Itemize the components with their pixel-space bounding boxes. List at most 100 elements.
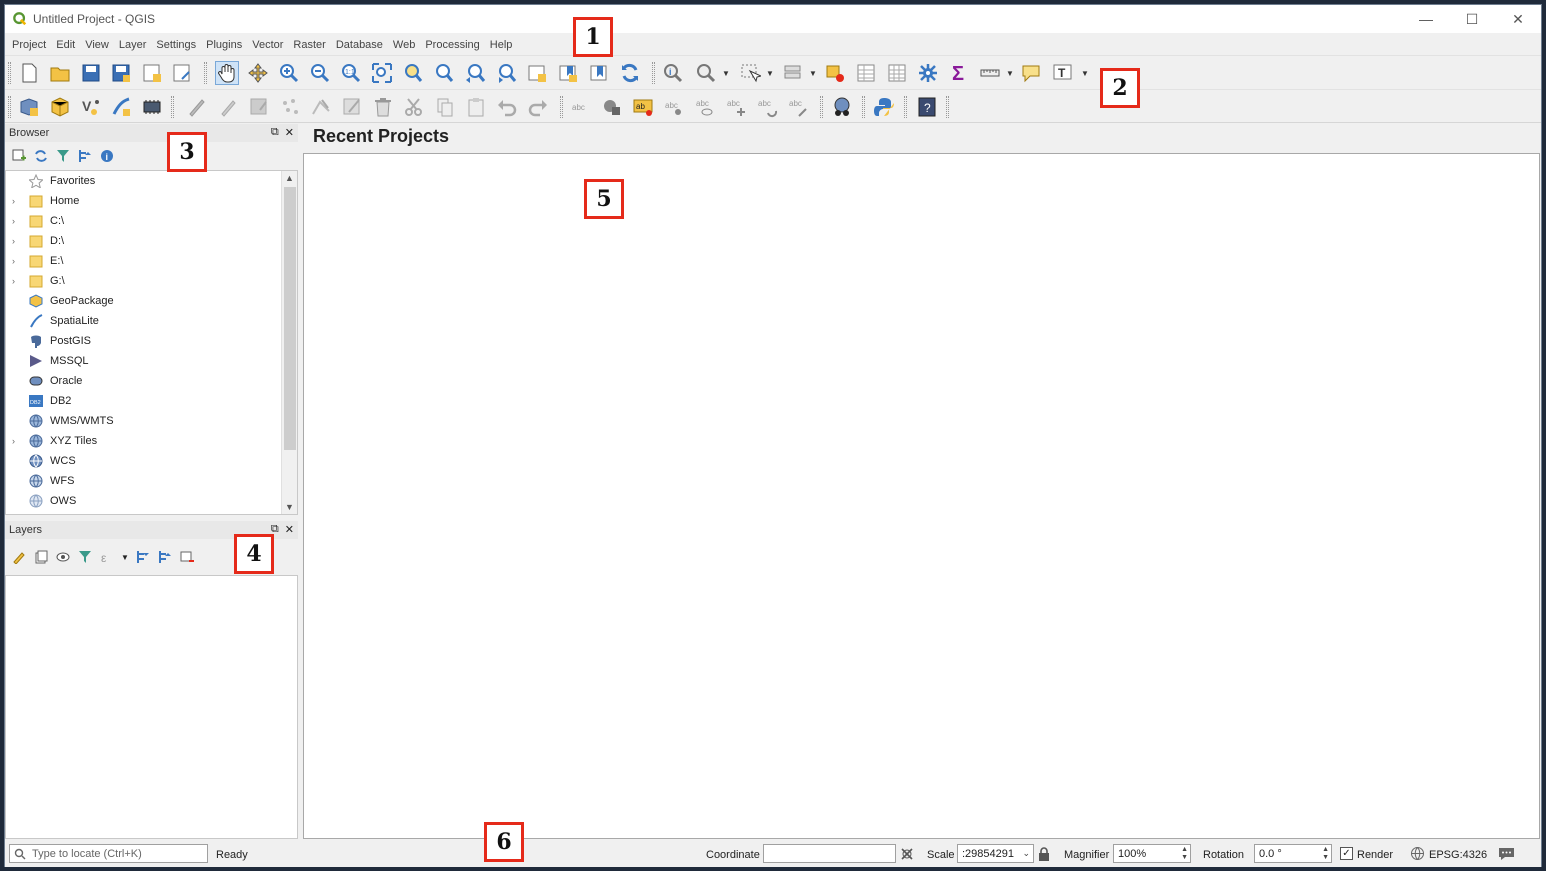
change-label-icon[interactable]: abc [786,95,810,119]
pan-map-icon[interactable] [215,61,239,85]
layers-tree[interactable] [5,575,298,839]
scrollbar-thumb[interactable] [284,187,296,450]
layer-styling-icon[interactable] [11,549,27,565]
modify-attributes-icon[interactable] [340,95,364,119]
metasearch-icon[interactable] [830,95,854,119]
expand-arrow-icon[interactable]: › [12,236,20,246]
delete-selected-icon[interactable] [371,95,395,119]
layer-diagram-options-icon[interactable] [600,95,624,119]
browser-scrollbar[interactable]: ▲ ▼ [281,171,297,514]
properties-info-icon[interactable]: i [99,148,115,164]
toolbar-grip[interactable] [204,62,207,84]
toolbar-grip[interactable] [652,62,655,84]
browser-item-spatialite[interactable]: SpatiaLite [6,311,297,331]
zoom-next-icon[interactable] [494,61,518,85]
recent-projects-list[interactable] [303,153,1540,839]
scroll-up-icon[interactable]: ▲ [282,171,297,185]
new-shapefile-layer-icon[interactable]: V [79,95,103,119]
menu-edit[interactable]: Edit [51,39,80,51]
toggle-extents-icon[interactable] [899,846,915,862]
select-dropdown-icon[interactable]: ▼ [766,70,774,78]
new-bookmark-icon[interactable] [556,61,580,85]
move-label-icon[interactable]: abc [724,95,748,119]
menu-project[interactable]: Project [7,39,51,51]
menu-processing[interactable]: Processing [420,39,484,51]
run-action-icon[interactable] [694,61,718,85]
menu-raster[interactable]: Raster [288,39,330,51]
paste-features-icon[interactable] [464,95,488,119]
filter-icon[interactable] [55,148,71,164]
collapse-all-icon[interactable] [157,549,173,565]
save-as-icon[interactable] [109,61,133,85]
pan-to-selection-icon[interactable] [246,61,270,85]
render-checkbox[interactable]: ✓ [1340,847,1353,860]
spin-arrows-icon[interactable]: ▲ ▼ [1181,846,1188,862]
coordinate-input[interactable] [763,844,896,863]
identify-features-icon[interactable]: i [661,61,685,85]
show-hide-labels-icon[interactable]: abc [693,95,717,119]
python-console-icon[interactable] [872,95,896,119]
zoom-last-icon[interactable] [463,61,487,85]
save-edits-icon[interactable] [247,95,271,119]
help-contents-icon[interactable]: ? [915,95,939,119]
new-geopackage-layer-icon[interactable] [48,95,72,119]
text-annotation-icon[interactable]: T [1051,61,1075,85]
measure-dropdown-icon[interactable]: ▼ [1006,70,1014,78]
select-features-icon[interactable] [738,61,762,85]
browser-item-c-drive[interactable]: › C:\ [6,211,297,231]
refresh-icon[interactable] [33,148,49,164]
map-tips-icon[interactable] [1019,61,1043,85]
processing-toolbox-icon[interactable] [916,61,940,85]
expand-arrow-icon[interactable]: › [12,196,20,206]
toolbar-grip[interactable] [904,96,907,118]
annotation-dropdown-icon[interactable]: ▼ [1081,70,1089,78]
collapse-all-icon[interactable] [77,148,93,164]
save-project-icon[interactable] [79,61,103,85]
magnifier-spinbox[interactable]: 100% ▲ ▼ [1113,844,1191,863]
locator-search-input[interactable]: Type to locate (Ctrl+K) [9,844,208,863]
zoom-out-icon[interactable] [308,61,332,85]
zoom-to-layer-icon[interactable] [432,61,456,85]
toolbar-grip[interactable] [560,96,563,118]
crs-status-button[interactable]: EPSG:4326 [1429,849,1487,861]
expand-arrow-icon[interactable]: › [12,216,20,226]
remove-layer-icon[interactable] [179,549,195,565]
add-point-feature-icon[interactable] [278,95,302,119]
expand-all-icon[interactable] [135,549,151,565]
new-project-icon[interactable] [17,61,41,85]
layout-manager-icon[interactable] [170,61,194,85]
spin-arrows-icon[interactable]: ▲ ▼ [1322,846,1329,862]
browser-item-db2[interactable]: DB2 DB2 [6,391,297,411]
browser-item-wcs[interactable]: WCS [6,451,297,471]
minimize-button[interactable]: — [1403,5,1449,33]
toolbar-grip[interactable] [171,96,174,118]
select-by-value-icon[interactable] [781,61,805,85]
browser-item-geopackage[interactable]: GeoPackage [6,291,297,311]
pin-labels-icon[interactable]: abc [662,95,686,119]
current-edits-icon[interactable] [185,95,209,119]
scale-combobox[interactable]: :29854291 ⌄ [957,844,1034,863]
close-panel-icon[interactable]: ✕ [285,523,294,536]
browser-item-g-drive[interactable]: › G:\ [6,271,297,291]
toolbar-grip[interactable] [862,96,865,118]
add-selected-layers-icon[interactable] [11,148,27,164]
browser-item-postgis[interactable]: PostGIS [6,331,297,351]
filter-by-expression-icon[interactable]: ε [99,549,115,565]
toolbar-grip[interactable] [8,96,11,118]
statistical-summary-icon[interactable]: Σ [947,61,971,85]
rotate-label-icon[interactable]: abc [755,95,779,119]
zoom-to-selection-icon[interactable] [401,61,425,85]
toolbar-grip[interactable] [8,62,11,84]
menu-vector[interactable]: Vector [247,39,288,51]
expand-arrow-icon[interactable]: › [12,436,20,446]
menu-plugins[interactable]: Plugins [201,39,247,51]
deselect-all-icon[interactable] [823,61,847,85]
add-group-icon[interactable] [33,549,49,565]
select-by-value-dropdown-icon[interactable]: ▼ [809,70,817,78]
attribute-table-icon[interactable] [854,61,878,85]
toolbar-grip[interactable] [946,96,949,118]
undo-icon[interactable] [495,95,519,119]
new-virtual-layer-icon[interactable] [140,95,164,119]
rotation-spinbox[interactable]: 0.0 ° ▲ ▼ [1254,844,1332,863]
filter-dropdown-icon[interactable]: ▼ [121,549,129,565]
